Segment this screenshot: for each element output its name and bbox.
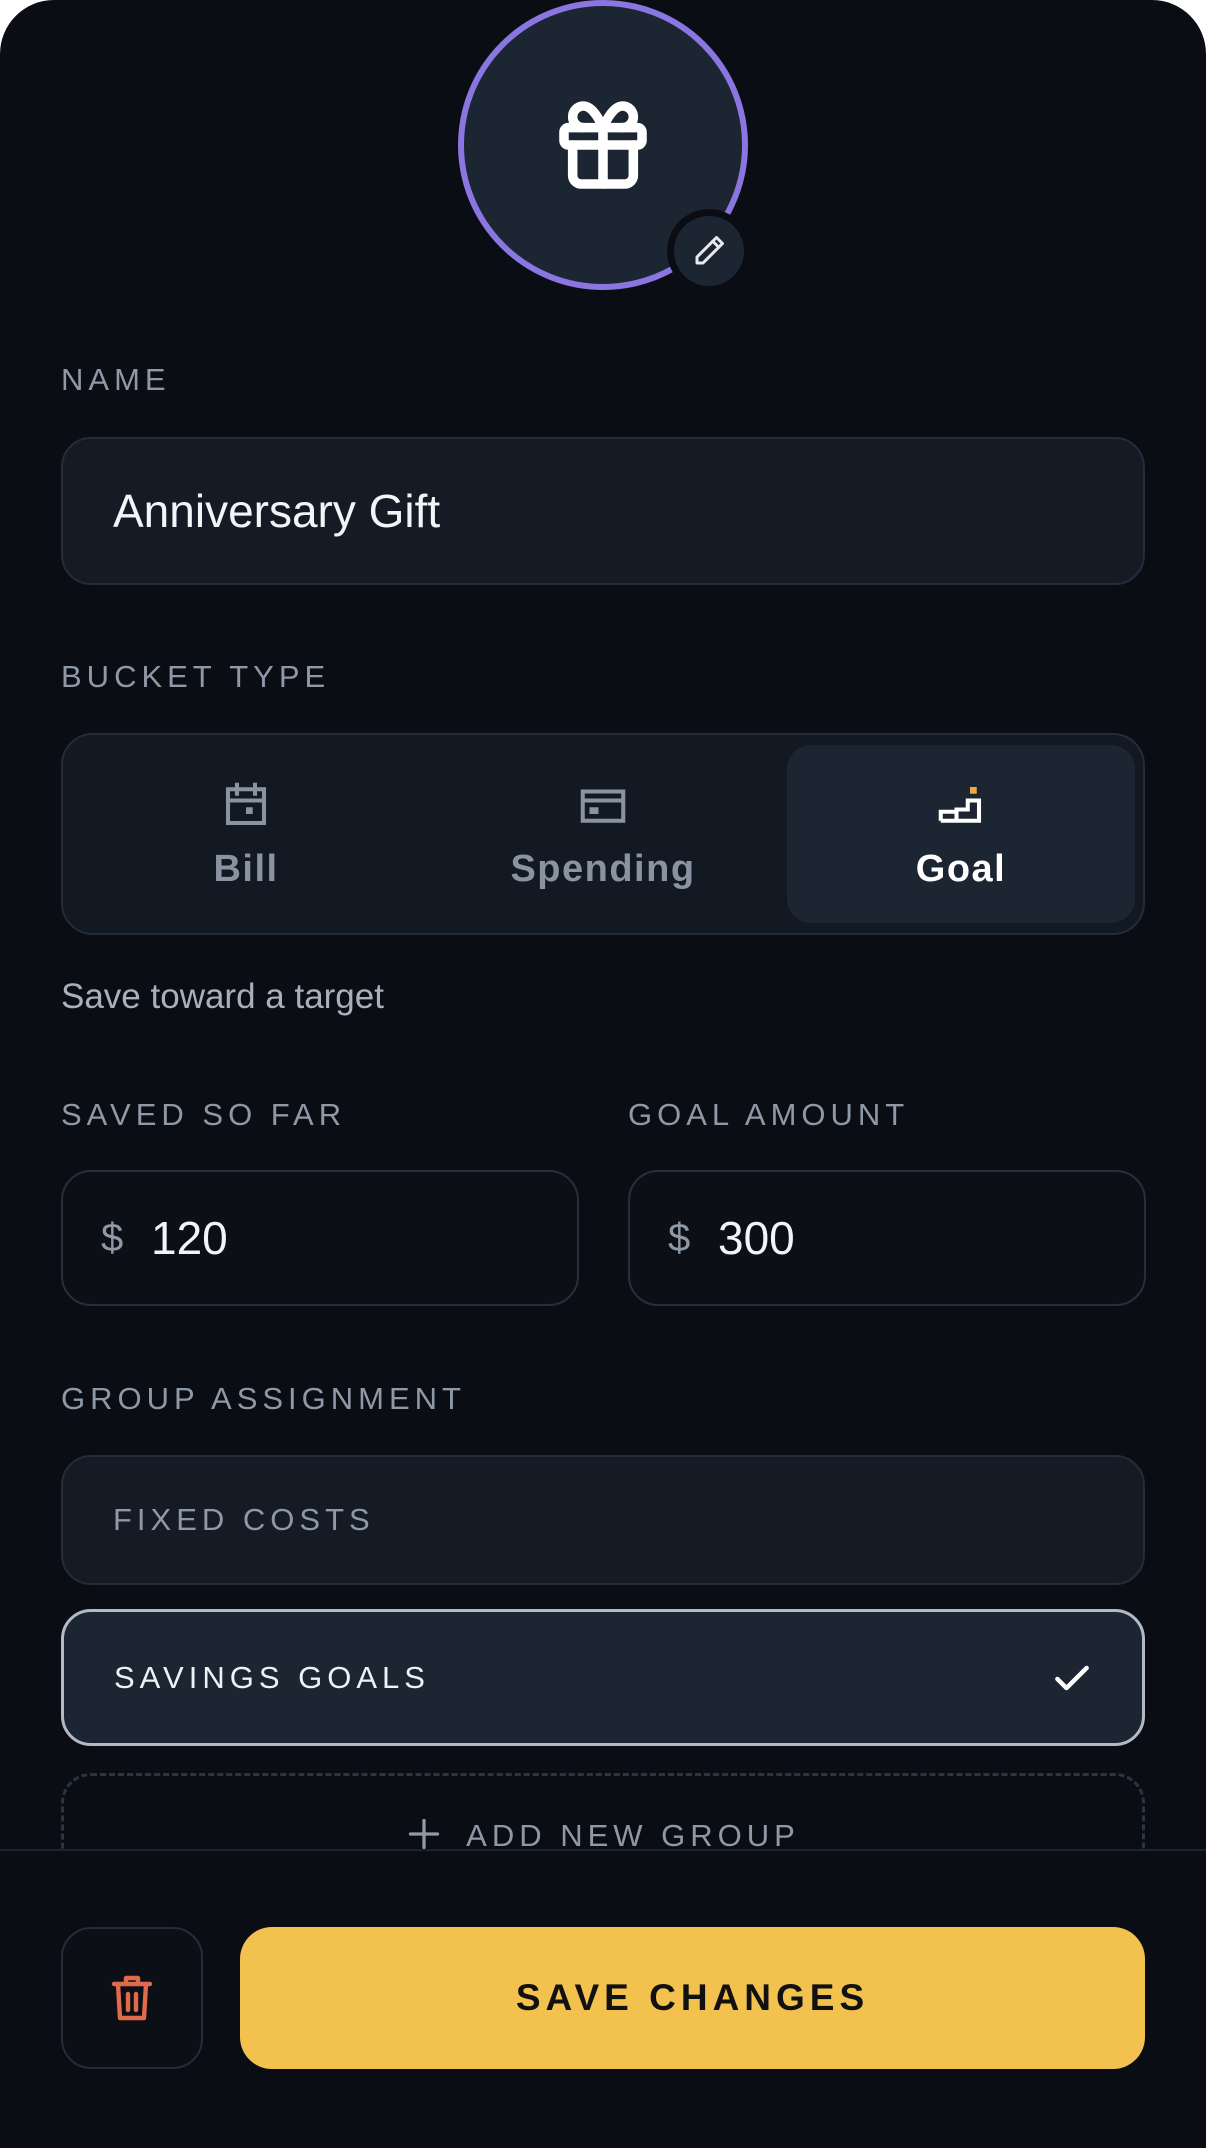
saved-so-far-label: SAVED SO FAR [61, 1097, 347, 1132]
card-icon [580, 788, 626, 823]
bucket-type-spending-label: Spending [510, 847, 696, 890]
group-assignment-label: GROUP ASSIGNMENT [61, 1381, 466, 1416]
saved-so-far-input[interactable]: $ 120 [61, 1170, 579, 1306]
gift-icon [559, 101, 647, 189]
bucket-type-spending[interactable]: Spending [429, 745, 777, 923]
plus-icon [409, 1818, 440, 1849]
group-option-fixed-costs[interactable]: FIXED COSTS [61, 1455, 1145, 1585]
trash-icon [111, 1975, 153, 2021]
goal-amount-value: 300 [718, 1212, 795, 1264]
pencil-icon [695, 236, 724, 265]
bucket-type-helper-text: Save toward a target [61, 977, 384, 1016]
add-new-group-button[interactable]: ADD NEW GROUP [61, 1773, 1145, 1849]
bucket-type-label: BUCKET TYPE [61, 659, 331, 694]
goal-amount-label: GOAL AMOUNT [628, 1097, 910, 1132]
action-footer: SAVE CHANGES [0, 1849, 1206, 2148]
calendar-icon [225, 782, 267, 825]
bucket-type-goal-label: Goal [915, 847, 1007, 890]
bucket-type-selector: Bill Spending Goal [61, 733, 1145, 935]
saved-currency-symbol: $ [101, 1216, 124, 1260]
edit-avatar-badge [674, 216, 744, 286]
form-scroll-area[interactable]: NAME Anniversary Gift BUCKET TYPE Bill S… [0, 0, 1206, 1849]
bucket-type-bill[interactable]: Bill [72, 745, 420, 923]
name-input[interactable]: Anniversary Gift [61, 437, 1145, 585]
delete-bucket-button[interactable] [61, 1927, 203, 2069]
name-label: NAME [61, 362, 171, 397]
bucket-type-bill-label: Bill [213, 847, 279, 890]
saved-amount-value: 120 [151, 1212, 228, 1264]
add-new-group-label: ADD NEW GROUP [466, 1818, 800, 1849]
name-input-value: Anniversary Gift [113, 485, 441, 537]
checkmark-icon [1055, 1665, 1089, 1691]
save-changes-button[interactable]: SAVE CHANGES [240, 1927, 1145, 2069]
edit-avatar-button[interactable] [667, 209, 751, 293]
edit-bucket-sheet: NAME Anniversary Gift BUCKET TYPE Bill S… [0, 0, 1206, 2148]
group-option-label: SAVINGS GOALS [114, 1660, 430, 1695]
group-option-label: FIXED COSTS [113, 1502, 375, 1537]
bucket-type-goal[interactable]: Goal [787, 745, 1135, 923]
group-option-savings-goals[interactable]: SAVINGS GOALS [61, 1609, 1145, 1746]
stairs-flag-icon [938, 786, 982, 823]
goal-amount-input[interactable]: $ 300 [628, 1170, 1146, 1306]
goal-currency-symbol: $ [668, 1216, 691, 1260]
